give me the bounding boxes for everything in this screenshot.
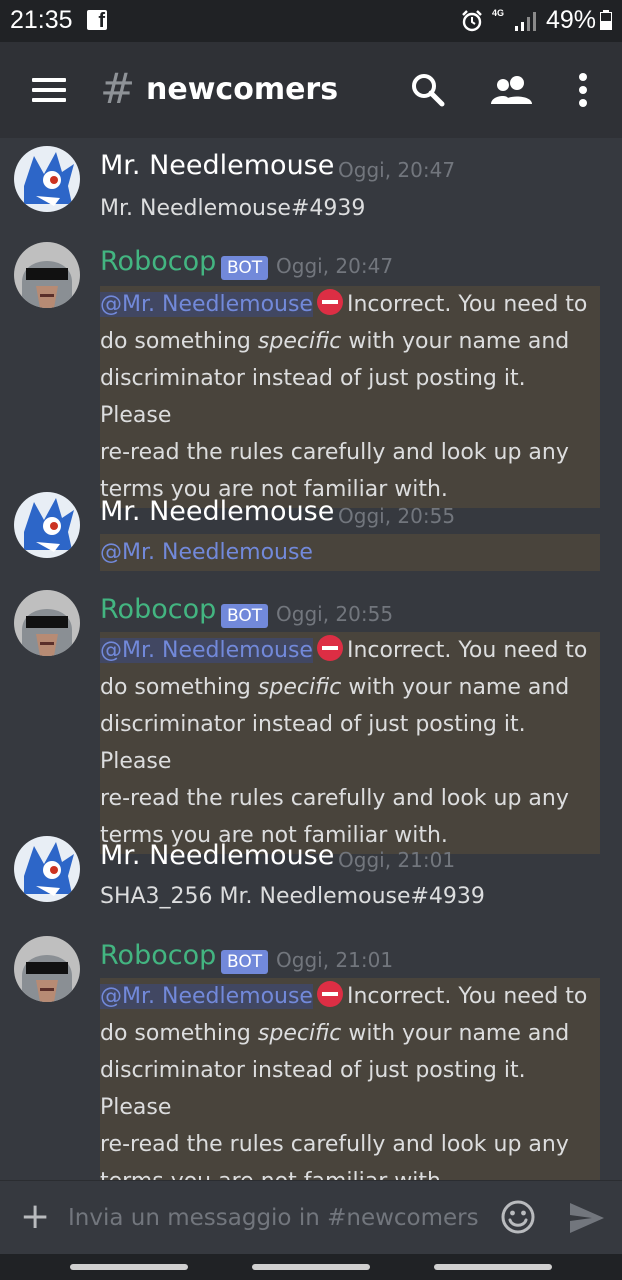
timestamp: Oggi, 21:01 (276, 948, 394, 972)
nav-back-button[interactable] (70, 1264, 188, 1270)
battery-icon (600, 10, 612, 30)
avatar[interactable] (14, 146, 80, 212)
message-composer: + Invia un messaggio in #newcomers (0, 1180, 622, 1255)
no-entry-icon (316, 289, 343, 315)
nav-home-button[interactable] (252, 1264, 370, 1270)
channel-header: # newcomers (0, 42, 622, 138)
author-name[interactable]: Mr. Needlemouse (100, 840, 334, 871)
timestamp: Oggi, 21:01 (338, 848, 456, 872)
add-attachment-icon[interactable]: + (20, 1199, 50, 1235)
author-name[interactable]: Robocop (100, 940, 216, 971)
channel-name: newcomers (146, 72, 339, 107)
battery-percent: 49% (546, 6, 597, 34)
robocop-avatar-icon (14, 242, 80, 308)
facebook-icon: f (87, 10, 107, 32)
message: Robocop BOT Oggi, 20:47 @Mr. Needlemouse… (0, 242, 622, 508)
members-icon[interactable] (490, 74, 534, 106)
message-text: @Mr. Needlemouse Incorrect. You need to d… (100, 286, 600, 508)
menu-icon[interactable] (32, 78, 66, 102)
author-name[interactable]: Robocop (100, 594, 216, 625)
message-text: Mr. Needlemouse#4939 (100, 196, 366, 221)
timestamp: Oggi, 20:55 (276, 602, 394, 626)
user-mention[interactable]: @Mr. Needlemouse (100, 638, 313, 663)
author-name[interactable]: Mr. Needlemouse (100, 496, 334, 527)
timestamp: Oggi, 20:47 (276, 254, 394, 278)
sonic-avatar-icon (14, 146, 80, 212)
message-list[interactable]: Mr. Needlemouse Oggi, 20:47 Mr. Needlemo… (0, 138, 622, 1180)
message: Mr. Needlemouse Oggi, 21:01 SHA3_256 Mr.… (0, 836, 622, 926)
message-text: @Mr. Needlemouse (100, 534, 600, 571)
no-entry-icon (316, 981, 343, 1007)
user-mention[interactable]: @Mr. Needlemouse (100, 984, 313, 1009)
avatar[interactable] (14, 936, 80, 1002)
message: Mr. Needlemouse Oggi, 20:55 @Mr. Needlem… (0, 492, 622, 572)
message-text: @Mr. Needlemouse Incorrect. You need to d… (100, 632, 600, 854)
message-text: SHA3_256 Mr. Needlemouse#4939 (100, 884, 485, 909)
system-nav-bar (0, 1254, 622, 1280)
avatar[interactable] (14, 590, 80, 656)
message: Robocop BOT Oggi, 20:55 @Mr. Needlemouse… (0, 590, 622, 854)
signal-icon (515, 12, 536, 31)
status-time: 21:35 (10, 6, 73, 34)
avatar[interactable] (14, 836, 80, 902)
user-mention[interactable]: @Mr. Needlemouse (100, 540, 313, 565)
network-type: 4G (492, 8, 505, 18)
timestamp: Oggi, 20:47 (338, 158, 456, 182)
nav-recents-button[interactable] (434, 1264, 552, 1270)
bot-badge: BOT (221, 950, 269, 974)
emoji-icon[interactable] (500, 1199, 536, 1235)
send-icon[interactable] (568, 1201, 606, 1235)
alarm-icon (462, 10, 482, 32)
sonic-avatar-icon (14, 492, 80, 558)
sonic-avatar-icon (14, 836, 80, 902)
author-name[interactable]: Robocop (100, 246, 216, 277)
search-icon[interactable] (410, 72, 446, 108)
more-vert-icon[interactable] (576, 72, 590, 108)
timestamp: Oggi, 20:55 (338, 504, 456, 528)
channel-hash-icon: # (100, 64, 136, 113)
avatar[interactable] (14, 242, 80, 308)
message-text: @Mr. Needlemouse Incorrect. You need to d… (100, 978, 600, 1180)
bot-badge: BOT (221, 256, 269, 280)
message-input[interactable]: Invia un messaggio in #newcomers (68, 1205, 479, 1231)
robocop-avatar-icon (14, 936, 80, 1002)
user-mention[interactable]: @Mr. Needlemouse (100, 292, 313, 317)
no-entry-icon (316, 635, 343, 661)
avatar[interactable] (14, 492, 80, 558)
message: Robocop BOT Oggi, 21:01 @Mr. Needlemouse… (0, 936, 622, 1180)
status-bar: 21:35 f 4G 49% (0, 0, 622, 42)
bot-badge: BOT (221, 604, 269, 628)
robocop-avatar-icon (14, 590, 80, 656)
message: Mr. Needlemouse Oggi, 20:47 Mr. Needlemo… (0, 146, 622, 236)
author-name[interactable]: Mr. Needlemouse (100, 150, 334, 181)
